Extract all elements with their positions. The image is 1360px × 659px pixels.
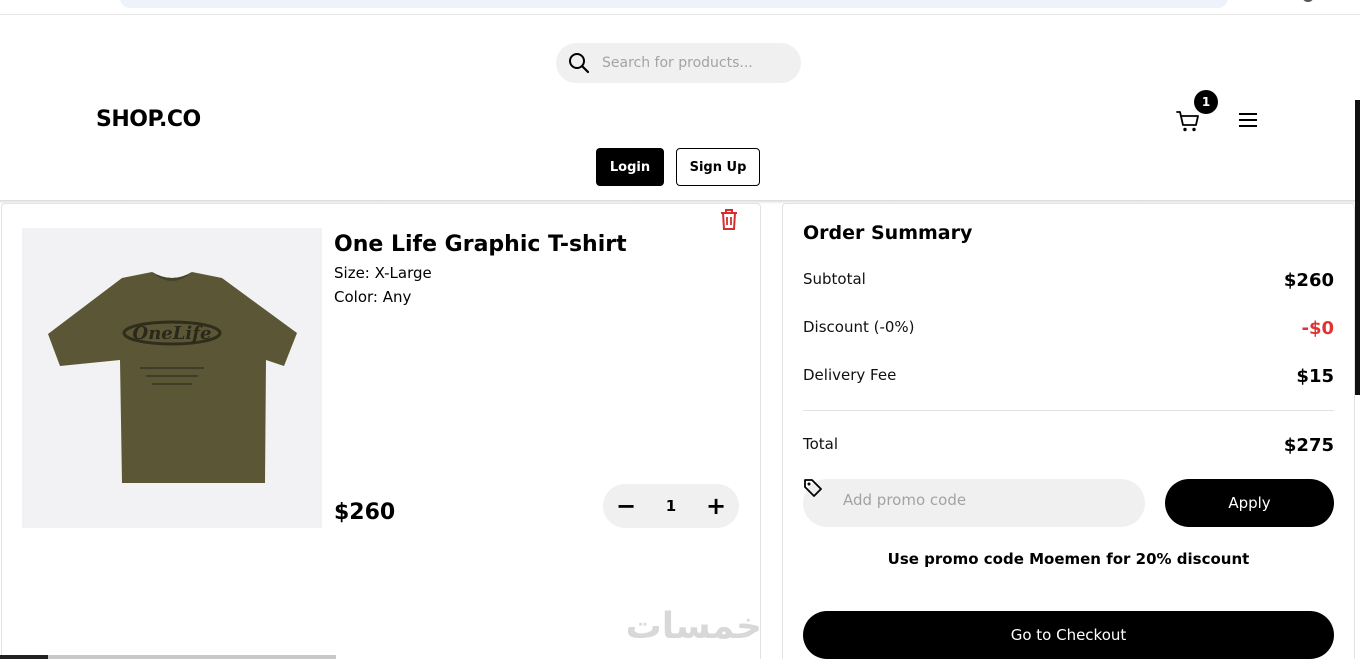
trash-icon[interactable] [718,207,740,231]
order-summary-card [782,203,1355,659]
delivery-fee-label: Delivery Fee [803,366,897,384]
scrollbar[interactable] [1355,100,1360,395]
search-icon [569,53,590,74]
cart-count-badge: 1 [1194,90,1218,114]
delivery-fee-value: $15 [1296,366,1334,387]
promo-hint-text: Use promo code Moemen for 20% discount [887,550,1250,568]
promo-code-input[interactable] [843,491,1133,509]
order-summary-title: Order Summary [803,222,973,244]
discount-value: -$0 [1301,318,1334,339]
watermark: خمسات [625,606,762,647]
quantity-stepper: − 1 + [603,484,739,528]
subtotal-label: Subtotal [803,270,866,288]
tag-icon [804,479,822,497]
product-name[interactable]: One Life Graphic T-shirt [334,232,627,257]
promo-code-field[interactable] [803,479,1145,527]
login-button[interactable]: Login [596,148,664,186]
increase-quantity-button[interactable]: + [705,492,727,520]
checkout-button[interactable]: Go to Checkout [803,611,1334,659]
total-value: $275 [1283,435,1334,456]
logo[interactable]: SHOP.CO [96,107,201,132]
svg-text:OneLife: OneLife [133,323,212,344]
product-size: Size: X-Large [334,264,432,282]
divider [0,14,1360,15]
discount-label: Discount (-0%) [803,318,915,336]
browser-address-bar [120,0,1228,8]
summary-divider [803,410,1334,411]
product-image[interactable]: OneLife [22,228,322,528]
cart-icon[interactable] [1175,108,1201,134]
cart-page: SHOP.CO 1 Login Sign Up OneLife O [0,0,1360,659]
search-input[interactable] [602,55,792,71]
signup-button[interactable]: Sign Up [676,148,760,186]
quantity-value: 1 [665,497,677,515]
tshirt-image: OneLife [48,272,297,483]
total-label: Total [803,435,839,453]
product-color: Color: Any [334,288,412,306]
subtotal-value: $260 [1283,270,1334,291]
apply-promo-button[interactable]: Apply [1165,479,1334,527]
browser-profile-icon [1302,0,1314,2]
decrease-quantity-button[interactable]: − [615,492,637,520]
search-bar[interactable] [556,43,801,83]
horizontal-scrollbar-thumb[interactable] [48,655,336,659]
product-price: $260 [334,500,396,525]
hamburger-menu-icon[interactable] [1237,110,1259,130]
